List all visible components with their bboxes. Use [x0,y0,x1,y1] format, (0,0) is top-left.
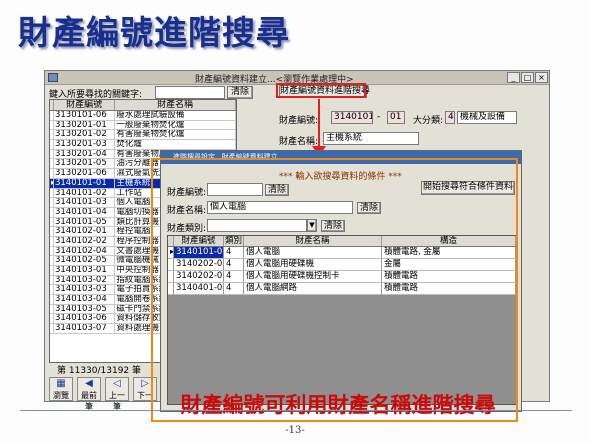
cell-asset-no: 3140103-05 [54,304,116,314]
cell-asset-no: 3140101-05 [54,217,116,227]
asset-no-field[interactable]: 3140101 [331,111,373,124]
cell-asset-no: 3140101-02 [54,188,116,198]
asset-no-suffix-field[interactable]: 01 [387,111,405,124]
maximize-icon[interactable]: □ [521,72,534,83]
cell-asset-name: 有害廢棄物焚化爐 [115,130,236,140]
keyword-search-input[interactable] [155,86,225,99]
table-row[interactable]: 3130201-03 焚化爐 [50,140,236,150]
table-row[interactable]: 3130101-06 廢水處理試驗設備 [50,111,236,121]
advanced-search-highlight [276,83,366,98]
cell-asset-no: 3130201-01 [54,120,116,130]
cell-asset-no: 3140101-03 [54,198,116,207]
category-label: 大分類: [413,116,444,126]
category-code-field[interactable]: 4 [445,111,455,124]
asset-no-label: 財產編號: [279,116,319,126]
nav-toolbar: ▦ 瀏覽 ◀ 最前筆 ◁ 上一筆 ▷ 下一 [49,377,159,411]
category-name-field: 機械及設備 [457,111,517,124]
slide-caption: 財產編號可利用財產名稱進階搜尋 [180,392,496,417]
cell-asset-no: 3140103-04 [54,295,116,304]
cell-asset-no: 3140103-02 [54,275,116,285]
cell-asset-no: 3130201-05 [54,159,116,169]
prev-icon: ◁ [113,378,121,389]
cell-asset-no: 3140102-05 [54,256,116,265]
cell-asset-no: 3140101-04 [54,207,116,217]
cell-asset-no: 3140103-03 [54,285,116,295]
table-row[interactable]: 3130201-01 一般廢棄物焚化爐 [50,120,236,131]
cell-asset-no: 3140103-01 [54,266,116,275]
list-header: 財產編號 財產名稱 [50,100,236,111]
asset-name-field[interactable]: 主機系統 [323,132,419,145]
arrow-line [318,99,320,149]
cell-asset-no: 3130201-03 [54,140,116,149]
cell-asset-no: 3140102-02 [54,236,116,246]
cell-asset-name: 廢水處理試驗設備 [115,111,236,120]
browse-button[interactable]: ▦ 瀏覽 [49,377,73,401]
table-row[interactable]: 3130201-02 有害廢棄物焚化爐 [50,130,236,141]
cell-asset-no: 3140103-06 [54,314,116,324]
browse-icon: ▦ [56,378,66,389]
slide-title: 財產編號進階搜尋 [18,13,290,52]
cell-asset-no: 3140103-07 [54,324,116,333]
asset-no-dash: - [377,112,381,122]
page-number: -13- [285,425,305,436]
cell-asset-name: 一般廢棄物焚化爐 [115,120,236,130]
cell-asset-no: 3130201-02 [54,130,116,140]
clear-search-button[interactable]: 清除 [227,86,253,99]
search-window-highlight [151,158,518,422]
minimize-icon[interactable]: _ [507,72,520,83]
cell-asset-name: 焚化爐 [115,140,236,149]
cell-asset-no: 3130201-04 [54,149,116,159]
first-icon: ◀ [85,378,93,389]
col-asset-name[interactable]: 財產名稱 [115,100,236,110]
prev-record-button[interactable]: ◁ 上一筆 [105,377,129,411]
cell-asset-no: 3130101-06 [54,111,116,120]
cell-asset-no: 3130201-06 [54,169,116,178]
footer-rule [20,410,572,411]
cell-asset-no: 3140102-01 [54,227,116,236]
first-record-button[interactable]: ◀ 最前筆 [77,377,101,411]
close-icon[interactable]: × [535,72,548,83]
cell-asset-no: 3140102-04 [54,246,116,256]
col-asset-no[interactable]: 財產編號 [54,100,116,110]
app-icon [48,73,58,82]
cell-asset-no: 3140101-01 [53,178,116,188]
